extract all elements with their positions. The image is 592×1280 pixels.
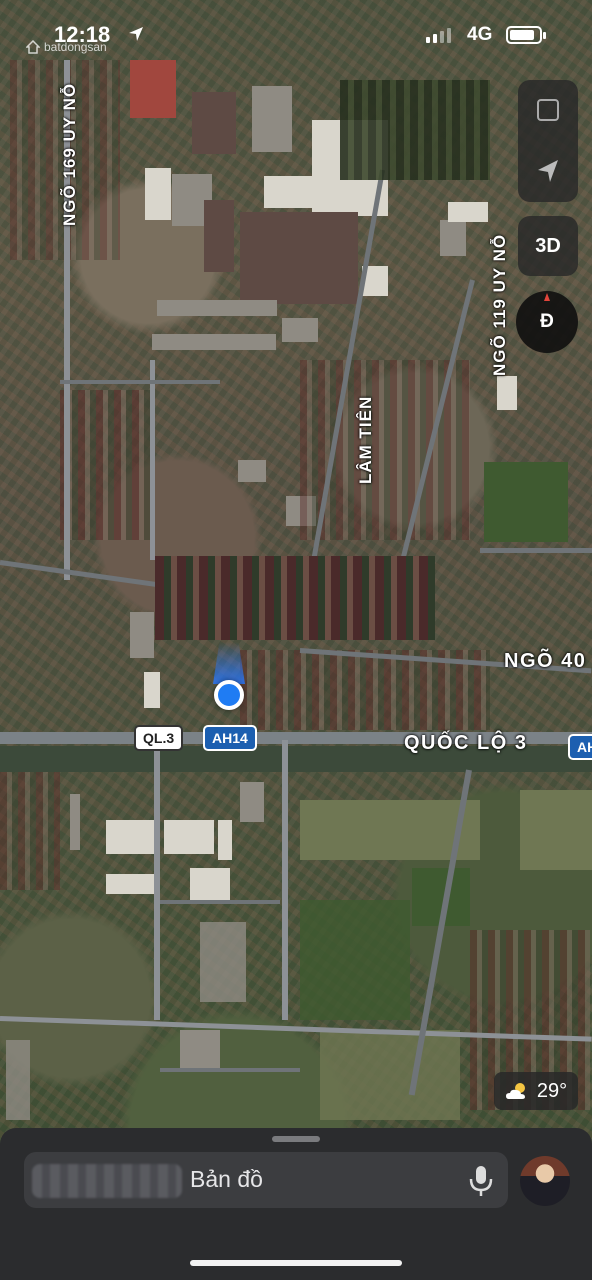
building — [282, 318, 318, 342]
watermark: batdongsan — [26, 40, 107, 54]
compass-button[interactable]: Đ — [516, 291, 578, 353]
battery-icon — [506, 26, 546, 44]
building — [106, 820, 154, 854]
building — [6, 1040, 30, 1120]
weather-temperature: 29° — [536, 1079, 568, 1102]
building — [192, 92, 236, 154]
building — [240, 782, 264, 822]
heading-cone — [213, 642, 245, 684]
map-layers-icon[interactable] — [518, 80, 578, 140]
route-shield-ah14: AH14 — [203, 725, 257, 751]
status-bar: 12:18 4G batdongsan — [0, 0, 592, 62]
road — [480, 548, 592, 553]
route-shield-ql3: QL.3 — [134, 725, 184, 751]
green-field — [300, 900, 410, 1020]
network-type: 4G — [467, 24, 493, 45]
bottom-sheet[interactable]: Bản đồ — [0, 1128, 592, 1280]
street-label-ngo-119: NGÕ 119 UY NỖ — [490, 233, 509, 376]
field — [320, 1030, 460, 1120]
building — [204, 200, 234, 272]
road — [160, 900, 280, 904]
search-text[interactable]: Bản đồ — [190, 1166, 263, 1193]
residential-area — [60, 390, 150, 540]
building — [144, 672, 160, 708]
road — [150, 360, 155, 560]
location-arrow-icon[interactable] — [518, 142, 578, 202]
building — [218, 820, 232, 860]
sheet-grabber[interactable] — [272, 1136, 320, 1142]
street-label-ngo-40: NGÕ 40 — [504, 650, 587, 672]
residential-area — [0, 770, 60, 890]
building — [145, 168, 171, 220]
microphone-icon[interactable] — [466, 1164, 496, 1198]
partly-cloudy-icon — [505, 1083, 525, 1099]
blurred-area — [340, 80, 490, 180]
map-mode-control[interactable] — [518, 80, 578, 202]
road — [154, 740, 160, 1020]
current-location-dot[interactable] — [214, 680, 244, 710]
building — [190, 868, 230, 902]
battery-level — [510, 30, 534, 40]
building — [238, 460, 266, 482]
building — [164, 820, 214, 854]
building — [200, 922, 246, 1002]
watermark-text: batdongsan — [44, 40, 107, 54]
street-label-lam-tien: LÂM TIÊN — [356, 395, 375, 484]
street-label-ngo-169: NGÕ 169 UY NỖ — [60, 82, 79, 226]
green-field — [484, 462, 568, 542]
building — [106, 874, 156, 894]
building — [70, 794, 80, 850]
road — [282, 740, 288, 1020]
building — [497, 376, 517, 410]
building — [252, 86, 292, 152]
signal-bars-icon — [426, 28, 451, 43]
building — [180, 1030, 220, 1070]
home-indicator[interactable] — [190, 1260, 402, 1266]
route-shield-ah-edge: AH — [568, 734, 592, 760]
avatar[interactable] — [520, 1156, 570, 1206]
building — [157, 300, 277, 316]
view-3d-button[interactable]: 3D — [518, 216, 578, 276]
compass-label: Đ — [540, 311, 554, 332]
field — [520, 790, 592, 870]
blurred-area — [155, 556, 435, 640]
building — [130, 612, 154, 658]
building — [440, 220, 466, 256]
road — [160, 1068, 300, 1072]
weather-badge[interactable]: 29° — [494, 1072, 578, 1110]
building — [240, 212, 358, 304]
building — [264, 176, 314, 208]
blurred-search-prefix — [32, 1164, 182, 1198]
house-logo-icon — [26, 40, 40, 54]
street-label-quoc-lo-3: QUỐC LỘ 3 — [404, 732, 528, 754]
building — [130, 60, 176, 118]
building — [448, 202, 488, 222]
search-bar[interactable]: Bản đồ — [24, 1152, 508, 1208]
compass-needle-icon — [544, 293, 550, 301]
road — [60, 380, 220, 384]
building — [152, 334, 276, 350]
location-arrow-icon — [129, 27, 143, 41]
